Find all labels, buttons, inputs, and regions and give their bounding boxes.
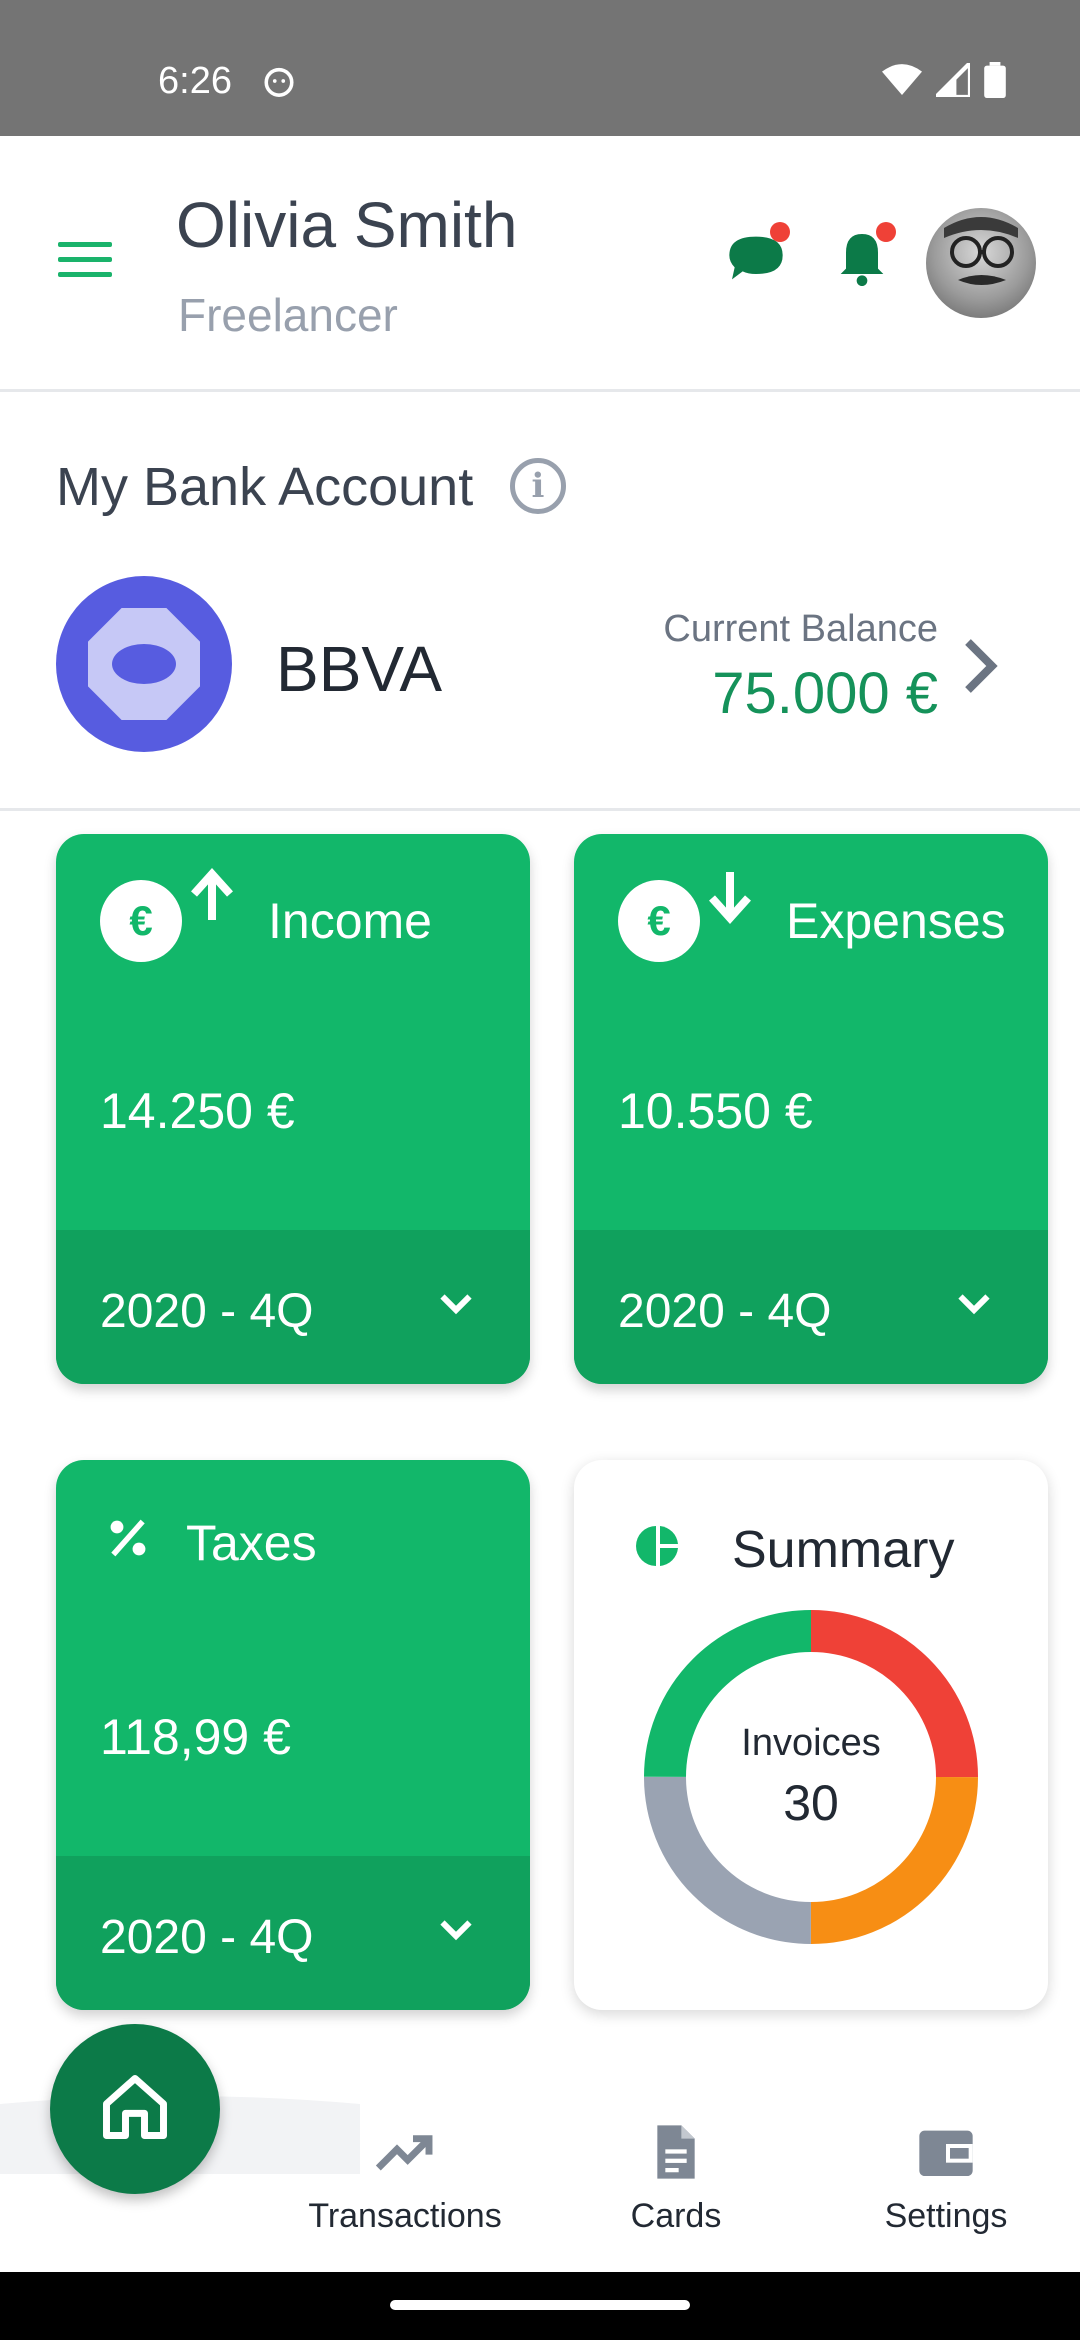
nav-cards-label: Cards [630,2197,722,2235]
income-period-select[interactable]: 2020 - 4Q [56,1230,530,1384]
balance-label: Current Balance [663,608,938,650]
document-icon [657,2125,695,2179]
expenses-card[interactable]: € Expenses 10.550 € 2020 - 4Q [574,834,1048,1384]
bank-account-title: My Bank Account [56,457,474,517]
avatar[interactable] [926,208,1036,318]
chevron-down-icon [958,1294,990,1315]
menu-icon[interactable] [58,242,112,282]
arrow-up-icon [191,868,233,920]
nav-settings-label: Settings [884,2197,1008,2235]
taxes-period-select[interactable]: 2020 - 4Q [56,1856,530,2010]
info-icon[interactable]: i [510,458,566,514]
income-period: 2020 - 4Q [100,1285,314,1338]
expenses-title: Expenses [786,893,1006,949]
cat-icon [264,67,294,97]
invoices-label: Invoices [741,1722,881,1764]
bell-icon[interactable] [830,222,896,290]
taxes-amount: 118,99 € [100,1709,291,1765]
home-icon [103,2075,167,2139]
home-button[interactable] [50,2024,220,2194]
status-bar: 6:26 [0,0,1080,136]
section-divider [0,808,1080,811]
pie-chart-icon [636,1526,678,1566]
chevron-down-icon [440,1294,472,1315]
status-time: 6:26 [158,60,232,102]
euro-icon: € [618,880,700,962]
trending-up-icon [375,2135,433,2171]
user-role: Freelancer [178,289,398,341]
income-card[interactable]: € Income 14.250 € 2020 - 4Q [56,834,530,1384]
nav-transactions-label: Transactions [308,2197,502,2235]
bank-logo [56,576,232,752]
nav-transactions[interactable]: Transactions [285,2120,525,2236]
bell-notification-dot [876,222,896,242]
wifi-icon [882,64,922,95]
battery-icon [984,62,1006,98]
bank-name: BBVA [276,633,442,705]
chevron-right-icon[interactable] [960,638,1000,694]
expenses-amount: 10.550 € [618,1083,813,1139]
balance-value: 75.000 € [712,661,938,726]
income-title: Income [268,893,432,949]
percent-icon [110,1519,146,1557]
taxes-period: 2020 - 4Q [100,1911,314,1964]
taxes-title: Taxes [186,1515,317,1571]
gesture-bar [0,2272,1080,2340]
taxes-card[interactable]: Taxes 118,99 € 2020 - 4Q [56,1460,530,2010]
invoices-value: 30 [783,1775,839,1831]
nav-settings[interactable]: Settings [826,2120,1066,2236]
arrow-down-icon [709,872,751,924]
chevron-down-icon [440,1920,472,1941]
app-header: Olivia Smith Freelancer [0,136,1080,392]
summary-title: Summary [732,1521,955,1579]
income-amount: 14.250 € [100,1083,295,1139]
user-name: Olivia Smith [176,189,518,261]
signal-icon [936,63,970,97]
nav-cards[interactable]: Cards [556,2120,796,2236]
euro-icon: € [100,880,182,962]
summary-card[interactable]: Summary Invoices 30 [574,1460,1048,2010]
wallet-icon [919,2130,973,2176]
expenses-period: 2020 - 4Q [618,1285,832,1338]
chat-icon[interactable] [724,222,790,290]
chat-notification-dot [770,222,790,242]
gesture-handle[interactable] [390,2300,690,2310]
expenses-period-select[interactable]: 2020 - 4Q [574,1230,1048,1384]
